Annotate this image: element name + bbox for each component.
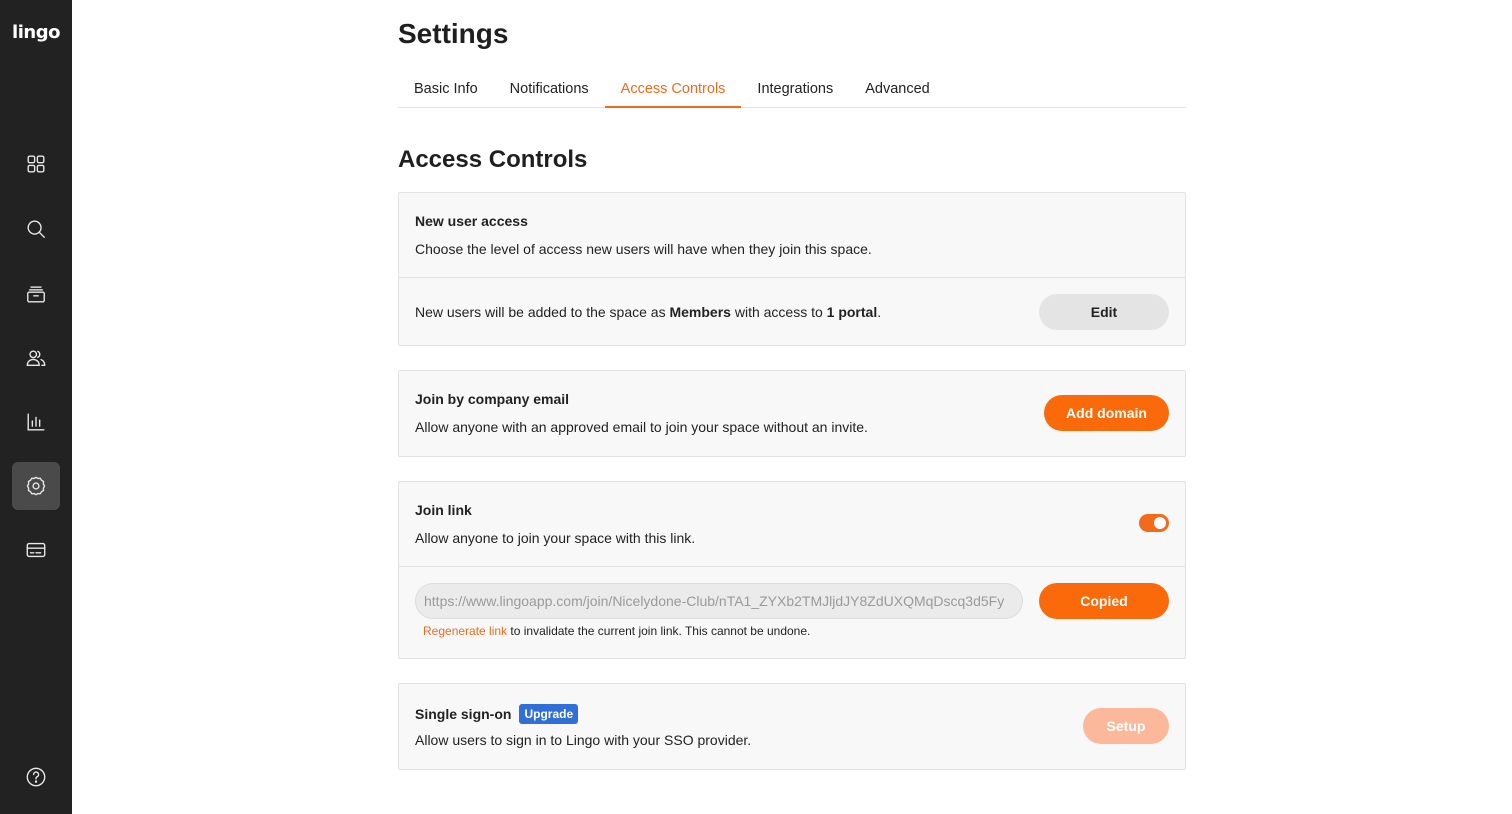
join-link-url-input[interactable] xyxy=(415,583,1023,619)
summary-role: Members xyxy=(669,304,731,320)
summary-suffix: . xyxy=(877,304,882,320)
regenerate-link[interactable]: Regenerate link xyxy=(423,624,507,638)
archive-icon xyxy=(27,286,45,303)
sidebar-item-search[interactable] xyxy=(12,205,60,253)
tab-access-controls[interactable]: Access Controls xyxy=(604,70,742,108)
new-user-access-title: New user access xyxy=(415,213,528,229)
sso-title: Single sign-on xyxy=(415,706,512,722)
summary-portals: 1 portal xyxy=(826,304,878,320)
sidebar-item-help[interactable] xyxy=(12,753,60,801)
page-title: Settings xyxy=(398,18,509,49)
tab-advanced[interactable]: Advanced xyxy=(849,70,946,108)
search-icon xyxy=(27,220,45,238)
sidebar: lingo xyxy=(0,0,72,814)
sidebar-item-settings[interactable] xyxy=(12,462,60,510)
credit-card-icon xyxy=(26,542,46,558)
sso-setup-button[interactable]: Setup xyxy=(1083,708,1169,744)
sso-card: Single sign-on Upgrade Allow users to sig… xyxy=(398,683,1186,770)
gear-icon xyxy=(26,476,46,496)
sidebar-item-billing[interactable] xyxy=(12,526,60,574)
users-icon xyxy=(26,350,46,367)
sso-title-row: Single sign-on Upgrade xyxy=(415,704,579,724)
sidebar-item-dashboard[interactable] xyxy=(12,140,60,188)
new-user-access-description: Choose the level of access new users wil… xyxy=(415,241,872,257)
company-email-description: Allow anyone with an approved email to j… xyxy=(415,419,868,435)
sidebar-item-analytics[interactable] xyxy=(12,398,60,446)
toggle-knob xyxy=(1154,517,1166,529)
lingo-logo[interactable]: lingo xyxy=(0,22,72,43)
help-icon xyxy=(26,767,46,787)
join-link-title: Join link xyxy=(415,502,472,518)
sso-description: Allow users to sign in to Lingo with you… xyxy=(415,732,752,748)
join-link-url-row: Copied Regenerate link to invalidate the… xyxy=(399,566,1185,658)
settings-tabs: Basic Info Notifications Access Controls… xyxy=(398,70,1186,108)
join-link-card: Join link Allow anyone to join your spac… xyxy=(398,481,1186,659)
bar-chart-icon xyxy=(27,413,45,431)
new-user-access-card: New user access Choose the level of acce… xyxy=(398,192,1186,346)
join-link-header: Join link Allow anyone to join your spac… xyxy=(399,482,1185,566)
summary-middle: with access to xyxy=(730,304,827,320)
tab-integrations[interactable]: Integrations xyxy=(741,70,849,108)
regenerate-helper: Regenerate link to invalidate the curren… xyxy=(423,624,810,638)
new-user-access-setting: New users will be added to the space as … xyxy=(399,277,1185,345)
sidebar-item-users[interactable] xyxy=(12,334,60,382)
copy-link-button[interactable]: Copied xyxy=(1039,583,1169,619)
upgrade-badge[interactable]: Upgrade xyxy=(519,704,579,724)
summary-prefix: New users will be added to the space as xyxy=(415,304,670,320)
company-email-title: Join by company email xyxy=(415,391,570,407)
join-link-toggle[interactable] xyxy=(1139,514,1169,532)
company-email-card: Join by company email Allow anyone with … xyxy=(398,370,1186,457)
regenerate-note: to invalidate the current join link. Thi… xyxy=(507,624,811,638)
sidebar-item-library[interactable] xyxy=(12,270,60,318)
section-title: Access Controls xyxy=(398,146,588,173)
tab-notifications[interactable]: Notifications xyxy=(494,70,605,108)
edit-access-button[interactable]: Edit xyxy=(1039,294,1169,330)
grid-icon xyxy=(27,155,45,173)
add-domain-button[interactable]: Add domain xyxy=(1044,395,1169,431)
tab-basic-info[interactable]: Basic Info xyxy=(398,70,494,108)
new-user-access-header: New user access Choose the level of acce… xyxy=(399,193,1185,277)
new-user-access-summary: New users will be added to the space as … xyxy=(415,304,881,320)
join-link-description: Allow anyone to join your space with thi… xyxy=(415,530,696,546)
